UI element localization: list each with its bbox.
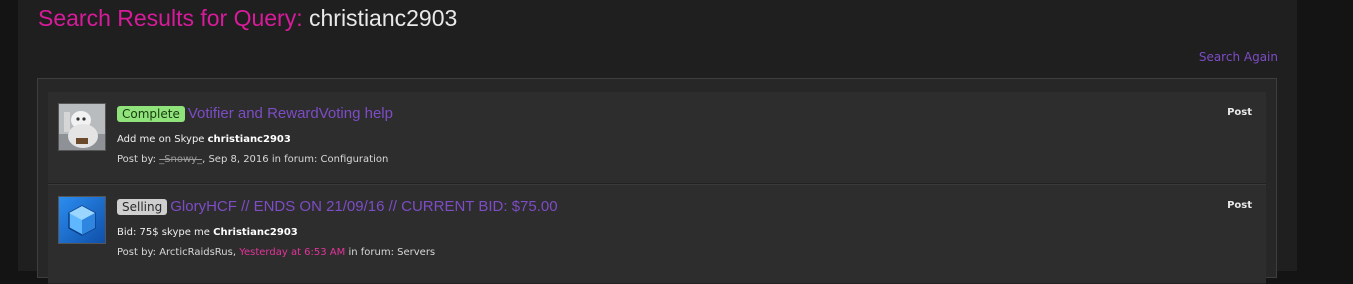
author-link[interactable]: ArcticRaidsRus: [159, 247, 233, 258]
snippet-text: Add me on Skype: [117, 134, 208, 145]
result-meta: Post by: ArcticRaidsRus, Yesterday at 6:…: [117, 247, 436, 258]
snippet-text: Bid: 75$ skype me: [117, 227, 214, 238]
meta-prefix: Post by:: [117, 154, 160, 165]
page-title: Search Results for Query: christianc2903: [38, 5, 457, 32]
snippet-highlight: Christianc2903: [213, 227, 298, 238]
status-badge: Selling: [117, 198, 168, 215]
author-link[interactable]: _Snowy_: [159, 154, 202, 165]
status-badge: Complete: [117, 105, 185, 122]
result-heading: Selling GloryHCF // ENDS ON 21/09/16 // C…: [117, 196, 558, 215]
meta-forum: in forum: Servers: [345, 247, 436, 258]
thread-title-link[interactable]: Votifier and RewardVoting help: [188, 105, 393, 122]
results-list: Complete Votifier and RewardVoting help A…: [37, 78, 1277, 284]
result-heading: Complete Votifier and RewardVoting help: [117, 103, 393, 122]
search-results-page: Search Results for Query: christianc2903…: [18, 0, 1297, 284]
result-snippet: Bid: 75$ skype me Christianc2903: [117, 227, 298, 238]
content-type-label: Post: [1227, 107, 1252, 118]
page-title-prefix: Search Results for Query:: [38, 5, 303, 31]
blue-cube-avatar-icon[interactable]: [58, 196, 106, 244]
snow-character-avatar-icon[interactable]: [58, 103, 106, 151]
search-again-link[interactable]: Search Again: [1199, 50, 1278, 64]
list-item[interactable]: Complete Votifier and RewardVoting help A…: [48, 92, 1266, 184]
list-item[interactable]: Selling GloryHCF // ENDS ON 21/09/16 // C…: [48, 184, 1266, 284]
thread-title-link[interactable]: GloryHCF // ENDS ON 21/09/16 // CURRENT …: [170, 198, 557, 215]
meta-prefix: Post by:: [117, 247, 160, 258]
search-query: christianc2903: [309, 5, 458, 31]
result-snippet: Add me on Skype christianc2903: [117, 134, 291, 145]
post-date: Sep 8, 2016: [208, 154, 269, 165]
snippet-highlight: christianc2903: [207, 134, 291, 145]
result-meta: Post by: _Snowy_, Sep 8, 2016 in forum: …: [117, 154, 389, 165]
meta-forum: in forum: Configuration: [268, 154, 389, 165]
post-date: Yesterday at 6:53 AM: [239, 247, 346, 258]
content-type-label: Post: [1227, 200, 1252, 211]
